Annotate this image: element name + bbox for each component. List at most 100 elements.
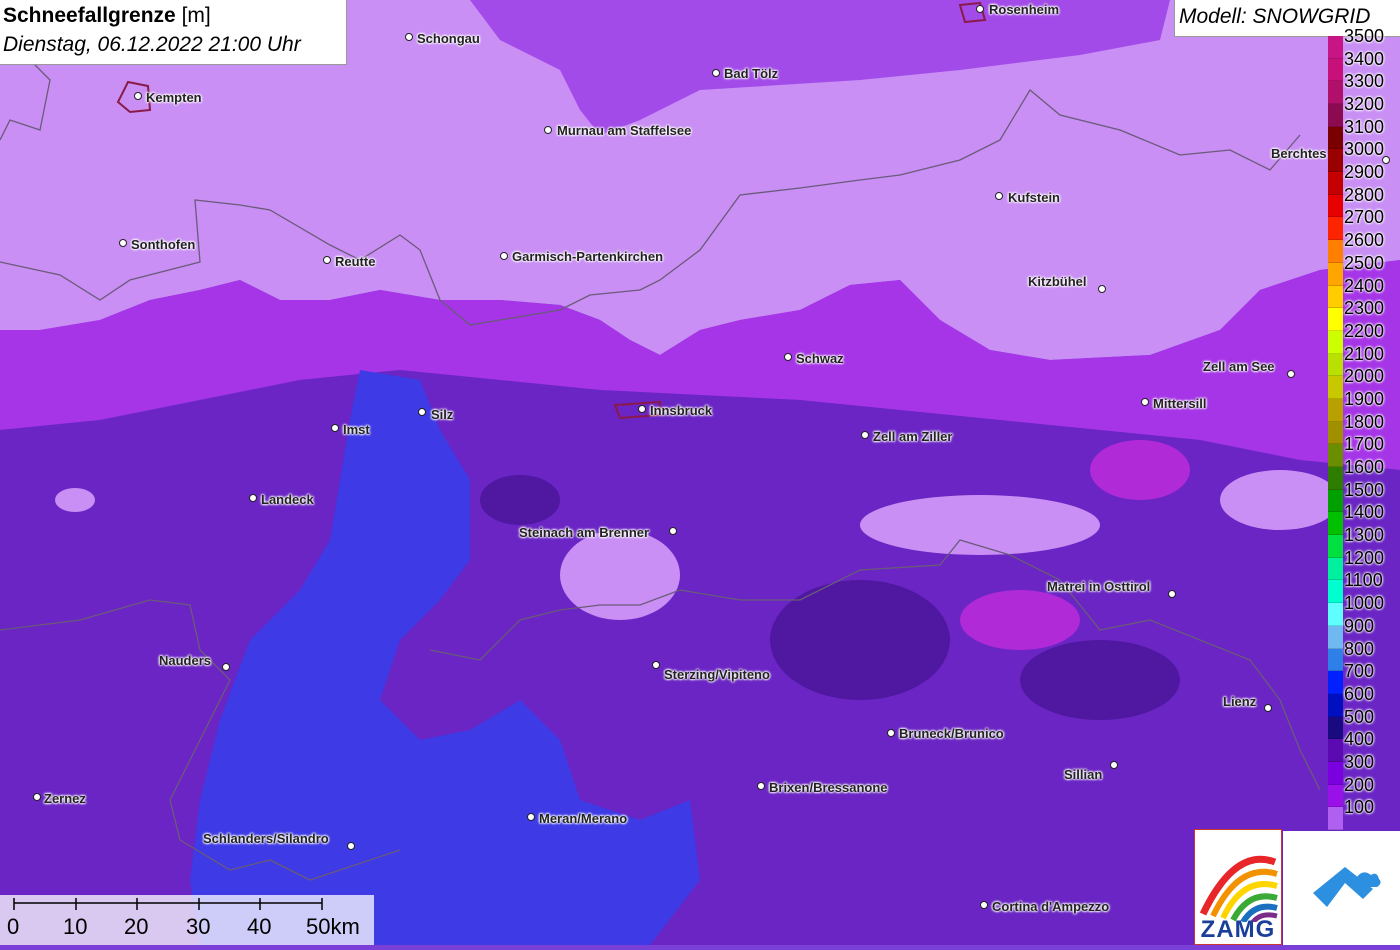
legend-label: 2400: [1344, 275, 1385, 296]
map-datetime: Dienstag, 06.12.2022 21:00 Uhr: [3, 33, 301, 56]
legend-label: 1000: [1344, 593, 1385, 614]
legend-label: 3100: [1344, 116, 1385, 137]
city-marker: [418, 408, 426, 416]
city-label: Garmisch-Partenkirchen: [512, 249, 664, 264]
legend-label: 1100: [1344, 570, 1383, 591]
city-label: Sonthofen: [131, 237, 196, 252]
legend-entry: 3200: [1328, 92, 1400, 127]
city-marker: [995, 192, 1003, 200]
city-label: Kempten: [146, 90, 202, 105]
scale-label-0: 0: [7, 914, 20, 939]
city-label: Innsbruck: [650, 403, 713, 418]
scale-label-10: 10: [63, 914, 88, 939]
cloud-arrow-icon: [1313, 867, 1381, 907]
city-marker: [222, 663, 230, 671]
legend-label: 3000: [1344, 139, 1385, 160]
city-label: Sillian: [1064, 767, 1103, 782]
city-label: Kufstein: [1008, 190, 1060, 205]
legend-entry: 3100: [1328, 115, 1400, 150]
scale-label-40: 40: [247, 914, 272, 939]
legend-label: 3400: [1344, 48, 1385, 69]
legend-entry: 2200: [1328, 319, 1400, 354]
city-marker: [1098, 285, 1106, 293]
city-label: Mittersill: [1153, 396, 1207, 411]
city-label: Bruneck/Brunico: [899, 726, 1004, 741]
patch-light-east: [1220, 470, 1340, 530]
city-marker: [1168, 590, 1176, 598]
city-marker: [976, 5, 984, 13]
legend-label: 2500: [1344, 252, 1385, 273]
city-label: Lienz: [1223, 694, 1257, 709]
legend-entry: 2400: [1328, 274, 1400, 309]
city-marker: [544, 126, 552, 134]
legend-entry: 2600: [1328, 228, 1400, 263]
legend-label: 300: [1344, 751, 1375, 772]
color-legend: 3500 3400 3300 3200 3100 3000 2900 2800 2700 2600…: [1328, 26, 1400, 830]
legend-entry: 500: [1328, 705, 1400, 740]
snowfall-line-map: [0, 0, 1400, 945]
scale-label-50km: 50km: [306, 914, 360, 939]
rainbow-icon: [1199, 855, 1278, 922]
legend-label: 100: [1344, 797, 1375, 818]
legend-entry: 2100: [1328, 342, 1400, 377]
city-label: Murnau am Staffelsee: [557, 123, 692, 138]
city-marker: [134, 92, 142, 100]
city-marker: [669, 527, 677, 535]
scale-label-30: 30: [186, 914, 211, 939]
city-marker: [757, 782, 765, 790]
city-label: Schongau: [417, 31, 480, 46]
patch-dark-1: [770, 580, 950, 700]
legend-entry: 3400: [1328, 47, 1400, 82]
legend-entry: 700: [1328, 659, 1400, 694]
legend-label: 700: [1344, 661, 1375, 682]
city-label: Imst: [343, 422, 370, 437]
legend-entry: 2300: [1328, 296, 1400, 331]
city-marker: [1287, 370, 1295, 378]
city-marker: [887, 729, 895, 737]
legend-label: 900: [1344, 615, 1375, 636]
patch-light-brenner: [560, 530, 680, 620]
cloud-logo: [1283, 831, 1400, 945]
legend-label: 1500: [1344, 479, 1385, 500]
city-marker: [405, 33, 413, 41]
legend-label: 1800: [1344, 411, 1385, 432]
city-label: Sterzing/Vipiteno: [664, 667, 770, 682]
legend-entry: 800: [1328, 637, 1400, 672]
city-label: Silz: [431, 407, 454, 422]
city-label: Schlanders/Silandro: [203, 831, 329, 846]
legend-entry: 3500: [1328, 24, 1400, 59]
legend-entry: 1600: [1328, 455, 1400, 490]
legend-entry: 1500: [1328, 478, 1400, 513]
zamg-logo-text: ZAMG: [1200, 916, 1276, 943]
city-marker: [119, 239, 127, 247]
legend-entry: 3000: [1328, 137, 1400, 173]
legend-entry: 2900: [1328, 160, 1400, 195]
legend-entry: 1200: [1328, 546, 1400, 581]
patch-blue-3: [385, 450, 435, 590]
city-marker: [331, 424, 339, 432]
city-label: Landeck: [261, 492, 314, 507]
legend-label: 2700: [1344, 207, 1385, 228]
city-label: Reutte: [335, 254, 376, 269]
legend-label: 500: [1344, 706, 1375, 727]
legend-label: 2000: [1344, 366, 1385, 387]
city-marker: [249, 494, 257, 502]
patch-light-west: [55, 488, 95, 512]
city-marker: [1141, 398, 1149, 406]
city-label: Zell am See: [1203, 359, 1275, 374]
map-title: Schneefallgrenze [m]: [3, 4, 211, 27]
city-label: Kitzbühel: [1028, 274, 1087, 289]
legend-label: 600: [1344, 683, 1375, 704]
city-marker: [33, 793, 41, 801]
city-marker: [638, 405, 646, 413]
legend-entry: 400: [1328, 727, 1400, 762]
legend-entry: 900: [1328, 614, 1400, 649]
legend-entry: 300: [1328, 750, 1400, 785]
legend-entry: 3300: [1328, 69, 1400, 105]
legend-entry: 2700: [1328, 205, 1400, 241]
city-marker: [980, 901, 988, 909]
patch-magenta-2: [1090, 440, 1190, 500]
city-marker: [527, 813, 535, 821]
legend-label: 3200: [1344, 94, 1385, 115]
legend-label: 2300: [1344, 298, 1385, 319]
